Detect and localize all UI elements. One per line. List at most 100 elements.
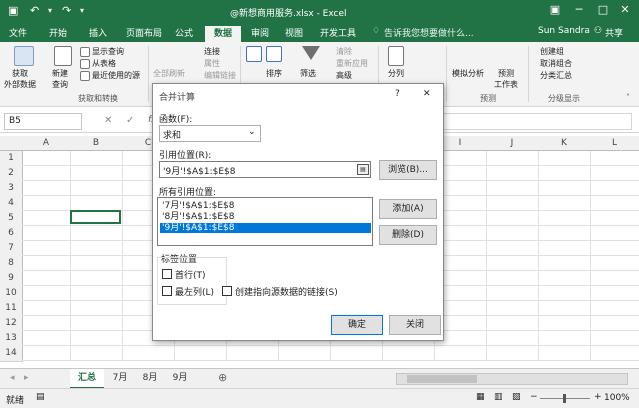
row-header[interactable]: 14 [0,346,23,362]
list-item-selected[interactable]: '9月'!$A$1:$E$8 [160,223,371,233]
delete-button[interactable]: 删除(D) [379,225,437,245]
row-header[interactable]: 7 [0,241,23,257]
reapply-button[interactable]: 重新应用 [336,58,368,69]
row-header[interactable]: 3 [0,181,23,197]
sheet-tab-september[interactable]: 9月 [166,369,194,387]
forecast-sheet-button[interactable]: 预测 工作表 [494,68,518,90]
column-header[interactable]: L [590,136,639,151]
share-button[interactable]: 共享 [605,26,623,39]
confirm-icon[interactable]: ✓ [126,115,134,126]
row-header[interactable]: 9 [0,271,23,287]
ribbon-display-options-button[interactable]: ▣ [544,3,566,19]
clear-filter-button[interactable]: 清除 [336,46,352,57]
column-header[interactable]: B [70,136,123,151]
maximize-button[interactable]: □ [592,3,614,19]
tab-developer[interactable]: 开发工具 [316,26,360,42]
row-header[interactable]: 13 [0,331,23,347]
tell-me-input[interactable]: 告诉我您想要做什么... [384,26,474,39]
ok-button[interactable]: 确定 [331,315,383,335]
browse-button[interactable]: 浏览(B)... [379,160,437,180]
horizontal-scrollbar[interactable] [396,373,628,385]
tab-review[interactable]: 审阅 [246,26,274,42]
user-name[interactable]: Sun Sandra [538,26,590,36]
collapse-ribbon-icon[interactable]: ˄ [626,93,630,102]
tab-file[interactable]: 文件 [4,26,32,42]
reference-input[interactable]: '9月'!$A$1:$E$8 ▤ [159,161,371,178]
zoom-slider-thumb[interactable] [563,394,566,403]
all-references-list[interactable]: '7月'!$A$1:$E$8 '8月'!$A$1:$E$8 '9月'!$A$1:… [157,197,373,246]
undo-icon[interactable]: ↶ [30,4,39,17]
scroll-left-icon[interactable]: ◂ [10,373,15,383]
collapse-dialog-icon[interactable]: ▤ [357,164,369,175]
row-header[interactable]: 2 [0,166,23,182]
close-dialog-button[interactable]: 关闭 [389,315,441,335]
tab-page-layout[interactable]: 页面布局 [122,26,166,42]
row-header[interactable]: 8 [0,256,23,272]
zoom-out-button[interactable]: − [530,392,538,402]
create-links-checkbox[interactable] [222,286,232,296]
column-header[interactable]: J [486,136,539,151]
close-button[interactable]: ✕ [614,3,636,19]
tab-insert[interactable]: 插入 [84,26,112,42]
refresh-all-button[interactable]: 全部刷新 [153,68,185,79]
ungroup-button[interactable]: 取消组合 [540,58,572,69]
row-header[interactable]: 1 [0,151,23,167]
add-button[interactable]: 添加(A) [379,199,437,219]
tab-view[interactable]: 视图 [280,26,308,42]
add-sheet-button[interactable]: ⊕ [218,371,227,384]
function-select[interactable]: 求和 ⌄ [159,125,261,142]
text-to-columns-icon[interactable] [388,46,404,66]
sort-az-icon[interactable] [246,46,262,62]
tab-data[interactable]: 数据 [205,26,241,42]
normal-view-icon[interactable]: ▦ [476,392,485,402]
external-data-icon[interactable] [14,46,34,66]
sheet-tab-summary[interactable]: 汇总 [70,369,104,389]
from-table-button[interactable]: 从表格 [92,58,116,69]
undo-dropdown-icon[interactable]: ▾ [48,6,52,15]
edit-links-button[interactable]: 编辑链接 [204,70,236,81]
new-query-button[interactable]: 新建 查询 [52,68,68,90]
macro-record-icon[interactable]: ▤ [36,392,45,402]
sheet-tab-august[interactable]: 8月 [136,369,164,387]
scroll-right-icon[interactable]: ▸ [24,373,29,383]
group-button[interactable]: 创建组 [540,46,564,57]
row-header[interactable]: 6 [0,226,23,242]
recent-sources-button[interactable]: 最近使用的源 [92,70,140,81]
sheet-tab-july[interactable]: 7月 [106,369,134,387]
subtotal-button[interactable]: 分类汇总 [540,70,572,81]
name-box[interactable]: B5 [4,113,82,130]
sort-za-icon[interactable] [266,46,282,62]
active-cell[interactable] [70,210,121,224]
advanced-filter-button[interactable]: 高级 [336,70,352,81]
tab-formulas[interactable]: 公式 [170,26,198,42]
row-header[interactable]: 5 [0,211,23,227]
first-row-checkbox[interactable] [162,269,172,279]
filter-icon[interactable] [302,46,320,60]
page-layout-view-icon[interactable]: ▥ [494,392,503,402]
save-icon[interactable]: ▣ [8,4,18,17]
first-row-label[interactable]: 首行(T) [175,268,206,281]
column-header[interactable]: A [22,136,71,151]
tab-home[interactable]: 开始 [44,26,72,42]
create-links-label[interactable]: 创建指向源数据的链接(S) [235,285,338,298]
properties-button[interactable]: 属性 [204,58,220,69]
new-query-icon[interactable] [54,46,72,66]
cancel-icon[interactable]: ✕ [104,115,112,126]
scrollbar-thumb[interactable] [407,375,477,383]
row-header[interactable]: 12 [0,316,23,332]
show-queries-button[interactable]: 显示查询 [92,46,124,57]
row-header[interactable]: 4 [0,196,23,212]
quick-access-dropdown-icon[interactable]: ▾ [80,6,84,15]
connections-button[interactable]: 连接 [204,46,220,57]
zoom-in-button[interactable]: + [594,392,602,402]
get-external-data-button[interactable]: 获取 外部数据 [4,68,36,90]
help-button[interactable]: ? [395,89,400,99]
what-if-analysis-button[interactable]: 模拟分析 [452,68,484,79]
dialog-close-button[interactable]: ✕ [423,89,431,99]
minimize-button[interactable]: ─ [568,3,590,19]
list-item[interactable]: '8月'!$A$1:$E$8 [160,212,371,222]
select-all-corner[interactable] [0,136,23,151]
left-column-label[interactable]: 最左列(L) [175,285,214,298]
redo-icon[interactable]: ↷ [62,4,71,17]
column-header[interactable]: K [538,136,591,151]
